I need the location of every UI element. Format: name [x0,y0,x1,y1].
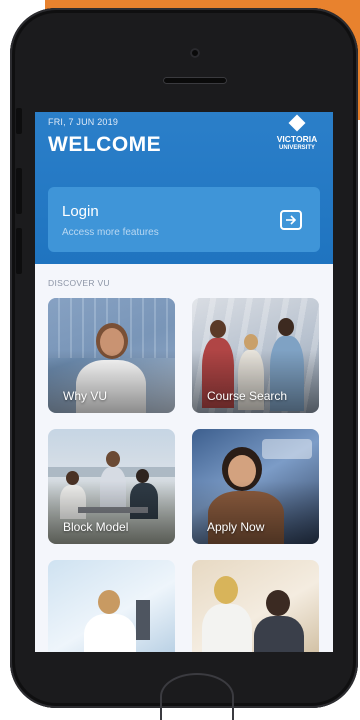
front-camera [190,48,200,58]
login-title: Login [62,203,99,220]
tile-label: Why VU [63,389,108,403]
student-1 [202,604,252,652]
login-arrow-icon[interactable] [280,210,302,230]
student-lab-coat [84,614,136,652]
app-screen: FRI, 7 JUN 2019 WELCOME VICTORIA UNIVERS… [35,112,333,652]
tile-label: Course Search [207,389,288,403]
tile-why-vu[interactable]: Why VU [48,298,175,413]
tile-label: Apply Now [207,520,265,534]
login-subtitle: Access more features [62,227,159,238]
tile-study[interactable] [192,560,319,652]
section-heading: DISCOVER VU [48,278,110,288]
volume-down-button [16,228,22,274]
earpiece-speaker [163,77,227,84]
date-label: FRI, 7 JUN 2019 [48,117,119,127]
tile-block-model[interactable]: Block Model [48,429,175,544]
mute-switch [16,108,22,134]
logo-text-line2: UNIVERSITY [278,145,315,151]
home-button[interactable] [160,673,234,720]
tile-label: Block Model [63,520,129,534]
welcome-header: FRI, 7 JUN 2019 WELCOME VICTORIA UNIVERS… [35,112,333,264]
logo-text-line1: VICTORIA [276,134,318,144]
tile-course-search[interactable]: Course Search [192,298,319,413]
volume-up-button [16,168,22,214]
tile-lab[interactable] [48,560,175,652]
microscope [136,600,150,640]
diamond-logo-icon [288,114,306,132]
university-logo: VICTORIA UNIVERSITY [267,114,327,152]
page-title: WELCOME [48,133,162,156]
student-2 [254,616,304,652]
login-card[interactable]: Login Access more features [48,187,320,252]
tile-apply-now[interactable]: Apply Now [192,429,319,544]
